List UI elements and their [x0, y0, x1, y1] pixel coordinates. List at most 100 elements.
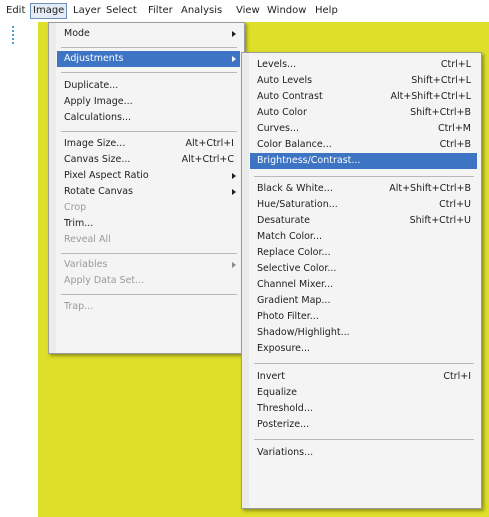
image-menu-item-apply-image[interactable]: Apply Image... [57, 94, 240, 110]
item-label: Curves... [257, 123, 300, 134]
adj-item-color-balance[interactable]: Color Balance... Ctrl+B [250, 137, 477, 153]
adj-item-auto-levels[interactable]: Auto Levels Shift+Ctrl+L [250, 73, 477, 89]
item-label: Trim... [64, 218, 94, 229]
image-menu-item-rotate-canvas[interactable]: Rotate Canvas [57, 184, 240, 200]
adj-item-replace-color[interactable]: Replace Color... [250, 245, 477, 261]
menu-help[interactable]: Help [315, 4, 338, 18]
menu-separator [61, 131, 237, 132]
item-label: Pixel Aspect Ratio [64, 170, 149, 181]
item-shortcut: Shift+Ctrl+U [409, 215, 471, 226]
adj-item-invert[interactable]: Invert Ctrl+I [250, 369, 477, 385]
image-menu-item-mode[interactable]: Mode [57, 26, 240, 42]
adj-item-photo-filter[interactable]: Photo Filter... [250, 309, 477, 325]
image-menu-item-calculations[interactable]: Calculations... [57, 110, 240, 126]
item-label: Posterize... [257, 419, 310, 430]
item-label: Apply Data Set... [64, 275, 145, 286]
submenu-arrow-icon [232, 189, 236, 195]
menu-select[interactable]: Select [106, 4, 137, 18]
item-label: Shadow/Highlight... [257, 327, 350, 338]
item-label: Canvas Size... [64, 154, 131, 165]
image-menu-item-pixel-aspect-ratio[interactable]: Pixel Aspect Ratio [57, 168, 240, 184]
submenu-arrow-icon [232, 31, 236, 37]
item-label: Variables [64, 259, 108, 270]
adj-item-auto-color[interactable]: Auto Color Shift+Ctrl+B [250, 105, 477, 121]
adj-item-levels[interactable]: Levels... Ctrl+L [250, 57, 477, 73]
item-label: Invert [257, 371, 285, 382]
image-menu-item-adjustments[interactable]: Adjustments [57, 51, 240, 67]
adj-item-threshold[interactable]: Threshold... [250, 401, 477, 417]
item-label: Apply Image... [64, 96, 133, 107]
image-menu: Mode Adjustments Duplicate... Apply Imag… [48, 22, 245, 354]
item-shortcut: Alt+Shift+Ctrl+B [389, 183, 471, 194]
menu-layer[interactable]: Layer [73, 4, 101, 18]
item-label: Brightness/Contrast... [257, 155, 361, 166]
adj-item-equalize[interactable]: Equalize [250, 385, 477, 401]
item-label: Rotate Canvas [64, 186, 133, 197]
image-menu-item-reveal-all: Reveal All [57, 232, 240, 248]
image-menu-item-canvas-size[interactable]: Canvas Size... Alt+Ctrl+C [57, 152, 240, 168]
item-label: Variations... [257, 447, 314, 458]
image-menu-item-image-size[interactable]: Image Size... Alt+Ctrl+I [57, 136, 240, 152]
menu-analysis[interactable]: Analysis [181, 4, 222, 18]
item-label: Color Balance... [257, 139, 332, 150]
item-label: Levels... [257, 59, 297, 70]
item-label: Channel Mixer... [257, 279, 334, 290]
adj-item-auto-contrast[interactable]: Auto Contrast Alt+Shift+Ctrl+L [250, 89, 477, 105]
submenu-arrow-icon [232, 173, 236, 179]
adj-item-channel-mixer[interactable]: Channel Mixer... [250, 277, 477, 293]
adj-item-selective-color[interactable]: Selective Color... [250, 261, 477, 277]
item-label: Replace Color... [257, 247, 331, 258]
item-label: Gradient Map... [257, 295, 331, 306]
image-menu-item-duplicate[interactable]: Duplicate... [57, 78, 240, 94]
item-shortcut: Shift+Ctrl+L [411, 75, 471, 86]
selection-edge-marker [12, 26, 19, 44]
item-label: Calculations... [64, 112, 132, 123]
item-shortcut: Ctrl+L [440, 59, 471, 70]
image-menu-item-apply-data-set: Apply Data Set... [57, 273, 240, 289]
item-shortcut: Shift+Ctrl+B [410, 107, 471, 118]
menu-separator [61, 294, 237, 295]
item-label: Equalize [257, 387, 297, 398]
image-menu-item-trap: Trap... [57, 299, 240, 315]
adj-item-black-white[interactable]: Black & White... Alt+Shift+Ctrl+B [250, 181, 477, 197]
menu-separator [61, 47, 237, 48]
adj-item-desaturate[interactable]: Desaturate Shift+Ctrl+U [250, 213, 477, 229]
menu-filter[interactable]: Filter [148, 4, 173, 18]
image-menu-item-trim[interactable]: Trim... [57, 216, 240, 232]
image-menu-item-variables: Variables [57, 257, 240, 273]
adj-item-match-color[interactable]: Match Color... [250, 229, 477, 245]
menu-separator [254, 176, 474, 177]
menu-window[interactable]: Window [267, 4, 306, 18]
menu-view[interactable]: View [236, 4, 260, 18]
item-label: Mode [64, 28, 90, 39]
item-label: Reveal All [64, 234, 111, 245]
item-shortcut: Alt+Ctrl+C [181, 154, 234, 165]
menu-separator [61, 72, 237, 73]
item-shortcut: Alt+Ctrl+I [185, 138, 235, 149]
adj-item-gradient-map[interactable]: Gradient Map... [250, 293, 477, 309]
item-shortcut: Ctrl+U [439, 199, 471, 210]
adj-item-hue-saturation[interactable]: Hue/Saturation... Ctrl+U [250, 197, 477, 213]
item-label: Auto Levels [257, 75, 313, 86]
item-shortcut: Ctrl+I [443, 371, 471, 382]
adj-item-posterize[interactable]: Posterize... [250, 417, 477, 433]
menu-image[interactable]: Image [30, 3, 68, 19]
item-label: Threshold... [257, 403, 313, 414]
menu-edit[interactable]: Edit [6, 4, 25, 18]
item-shortcut: Ctrl+B [439, 139, 471, 150]
adj-item-exposure[interactable]: Exposure... [250, 341, 477, 357]
item-label: Desaturate [257, 215, 310, 226]
item-label: Trap... [64, 301, 94, 312]
item-label: Match Color... [257, 231, 322, 242]
adj-item-curves[interactable]: Curves... Ctrl+M [250, 121, 477, 137]
item-label: Auto Contrast [257, 91, 323, 102]
item-label: Selective Color... [257, 263, 337, 274]
item-shortcut: Alt+Shift+Ctrl+L [390, 91, 471, 102]
adjustments-submenu: Levels... Ctrl+L Auto Levels Shift+Ctrl+… [241, 52, 482, 509]
item-label: Exposure... [257, 343, 311, 354]
adj-item-shadow-highlight[interactable]: Shadow/Highlight... [250, 325, 477, 341]
submenu-arrow-icon [232, 56, 236, 62]
adj-item-brightness-contrast[interactable]: Brightness/Contrast... [250, 153, 477, 169]
adj-item-variations[interactable]: Variations... [250, 445, 477, 461]
item-label: Image Size... [64, 138, 126, 149]
